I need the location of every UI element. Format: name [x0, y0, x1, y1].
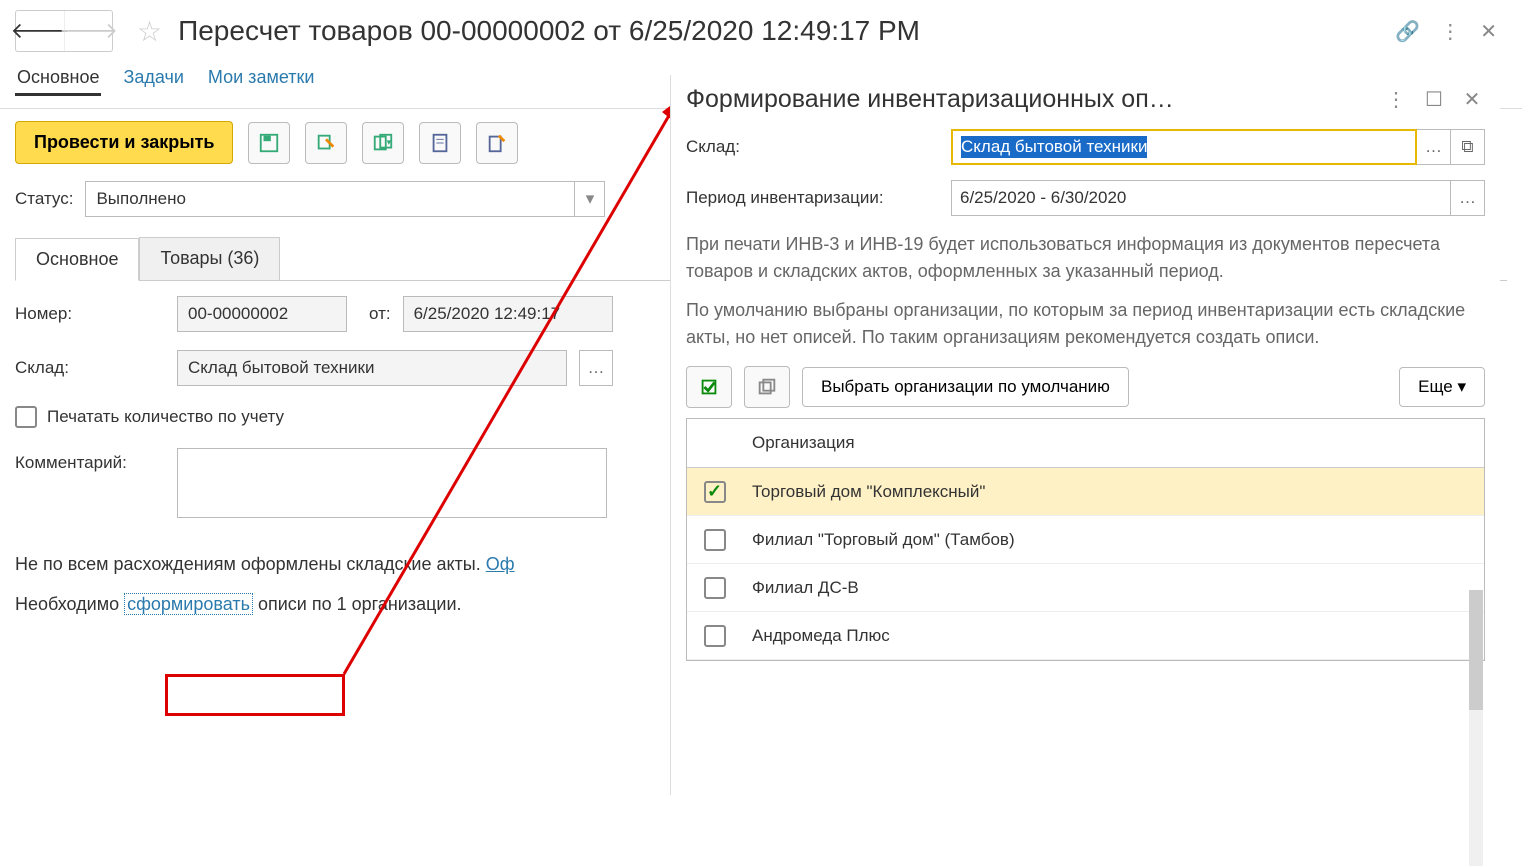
acts-text: Не по всем расхождениям оформлены складс…: [15, 554, 486, 574]
popup-panel: Формирование инвентаризационных оп… ⋮ ☐ …: [670, 75, 1500, 795]
save-button[interactable]: [248, 122, 290, 164]
svg-text:▾: ▾: [387, 136, 392, 146]
popup-info-2: По умолчанию выбраны организации, по кот…: [686, 297, 1485, 351]
popup-period-select-button[interactable]: …: [1451, 180, 1485, 216]
warehouse-field[interactable]: Склад бытовой техники: [177, 350, 567, 386]
form-inventories-link[interactable]: сформировать: [124, 593, 253, 615]
status-select[interactable]: Выполнено ▾: [85, 181, 605, 217]
popup-info-1: При печати ИНВ-3 и ИНВ-19 будет использо…: [686, 231, 1485, 285]
popup-warehouse-value: Склад бытовой техники: [961, 136, 1147, 158]
more-button[interactable]: Еще ▾: [1399, 367, 1485, 407]
warehouse-label: Склад:: [15, 358, 165, 378]
highlight-box: [165, 674, 345, 716]
popup-title: Формирование инвентаризационных оп…: [686, 85, 1371, 114]
table-row[interactable]: Андромеда Плюс: [687, 612, 1484, 660]
post-button[interactable]: [305, 122, 347, 164]
scroll-thumb[interactable]: [1469, 590, 1483, 710]
number-field[interactable]: 00-00000002: [177, 296, 347, 332]
back-button[interactable]: 🡐: [16, 11, 64, 51]
check-all-button[interactable]: [686, 366, 732, 408]
popup-maximize-icon[interactable]: ☐: [1421, 87, 1447, 112]
status-label: Статус:: [15, 189, 73, 209]
comment-label: Комментарий:: [15, 448, 165, 473]
organizations-grid: Организация ✓Торговый дом "Комплексный"Ф…: [686, 418, 1485, 661]
table-row[interactable]: Филиал ДС-В: [687, 564, 1484, 612]
tab-tasks[interactable]: Задачи: [121, 62, 185, 96]
popup-warehouse-field[interactable]: Склад бытовой техники: [951, 129, 1417, 165]
tab-main[interactable]: Основное: [15, 62, 101, 96]
chevron-down-icon[interactable]: ▾: [574, 182, 604, 216]
popup-warehouse-open-button[interactable]: ⧉: [1451, 129, 1485, 165]
popup-warehouse-select-button[interactable]: …: [1417, 129, 1451, 165]
row-checkbox[interactable]: ✓: [704, 481, 726, 503]
inner-tab-goods[interactable]: Товары (36): [139, 237, 280, 280]
uncheck-all-button[interactable]: [744, 366, 790, 408]
tab-notes[interactable]: Мои заметки: [206, 62, 317, 96]
form-text-after: описи по 1 организации.: [253, 594, 462, 614]
popup-period-field[interactable]: 6/25/2020 - 6/30/2020: [951, 180, 1451, 216]
row-name: Филиал "Торговый дом" (Тамбов): [742, 516, 1484, 564]
date-field[interactable]: 6/25/2020 12:49:17: [403, 296, 613, 332]
menu-icon[interactable]: ⋮: [1440, 19, 1460, 44]
print-qty-label: Печатать количество по учету: [47, 407, 284, 427]
header-bar: 🡐 🡒 ☆ Пересчет товаров 00-00000002 от 6/…: [0, 0, 1522, 57]
link-icon[interactable]: 🔗: [1395, 19, 1420, 44]
edit-button[interactable]: [476, 122, 518, 164]
table-row[interactable]: ✓ Торговый дом "Комплексный": [687, 468, 1484, 516]
form-text-before: Необходимо: [15, 594, 124, 614]
row-checkbox[interactable]: [704, 529, 726, 551]
number-label: Номер:: [15, 304, 165, 324]
popup-menu-icon[interactable]: ⋮: [1383, 87, 1409, 112]
print-qty-checkbox[interactable]: [15, 406, 37, 428]
create-acts-link[interactable]: Оф: [486, 554, 515, 574]
report-button[interactable]: [419, 122, 461, 164]
row-name: Андромеда Плюс: [742, 612, 1484, 660]
comment-field[interactable]: [177, 448, 607, 518]
popup-close-icon[interactable]: ✕: [1459, 87, 1485, 112]
close-icon[interactable]: ✕: [1480, 19, 1497, 44]
grid-scrollbar[interactable]: [1469, 590, 1483, 866]
status-value: Выполнено: [96, 189, 574, 209]
row-checkbox[interactable]: [704, 625, 726, 647]
favorite-icon[interactable]: ☆: [137, 15, 162, 48]
inner-tab-main[interactable]: Основное: [15, 238, 139, 281]
grid-header-org[interactable]: Организация: [742, 419, 1484, 467]
row-name: Филиал ДС-В: [742, 564, 1484, 612]
default-orgs-button[interactable]: Выбрать организации по умолчанию: [802, 367, 1129, 407]
table-row[interactable]: Филиал "Торговый дом" (Тамбов): [687, 516, 1484, 564]
warehouse-select-button[interactable]: …: [579, 350, 613, 386]
forward-button[interactable]: 🡒: [64, 11, 112, 51]
date-label: от:: [369, 304, 391, 324]
create-from-button[interactable]: ▾: [362, 122, 404, 164]
nav-buttons: 🡐 🡒: [15, 10, 113, 52]
popup-period-label: Период инвентаризации:: [686, 188, 941, 208]
popup-warehouse-label: Склад:: [686, 137, 941, 157]
page-title: Пересчет товаров 00-00000002 от 6/25/202…: [178, 15, 1387, 47]
row-checkbox[interactable]: [704, 577, 726, 599]
post-and-close-button[interactable]: Провести и закрыть: [15, 121, 233, 164]
row-name: Торговый дом "Комплексный": [742, 468, 1484, 516]
